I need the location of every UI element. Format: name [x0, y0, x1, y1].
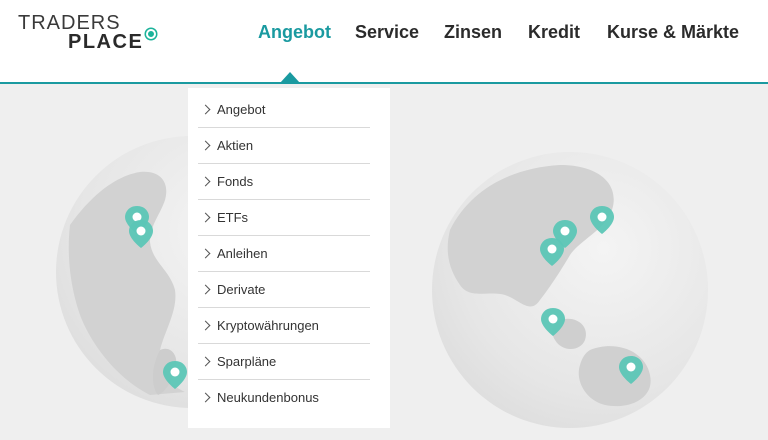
chevron-right-icon — [200, 140, 211, 151]
chevron-right-icon — [200, 392, 211, 403]
site-header: TRADERS PLACE Angebot Service Zinsen Kre… — [0, 0, 768, 84]
logo-line2: PLACE — [68, 31, 144, 53]
nav-item-angebot[interactable]: Angebot — [258, 20, 331, 44]
dropdown-item-label: ETFs — [217, 210, 249, 225]
angebot-dropdown-menu: Angebot Aktien Fonds ETFs Anleihen Deriv… — [188, 88, 390, 428]
nav-item-zinsen[interactable]: Zinsen — [444, 20, 502, 44]
dropdown-item-kryptowaehrungen[interactable]: Kryptowährungen — [198, 308, 370, 344]
dropdown-item-fonds[interactable]: Fonds — [198, 164, 370, 200]
dropdown-item-label: Fonds — [217, 174, 254, 189]
chevron-right-icon — [200, 212, 211, 223]
dropdown-item-sparplaene[interactable]: Sparpläne — [198, 344, 370, 380]
dropdown-item-label: Anleihen — [217, 246, 268, 261]
chevron-right-icon — [200, 104, 211, 115]
dropdown-item-label: Angebot — [217, 102, 266, 117]
logo[interactable]: TRADERS PLACE — [18, 12, 168, 56]
dropdown-item-aktien[interactable]: Aktien — [198, 128, 370, 164]
dropdown-item-label: Derivate — [217, 282, 266, 297]
active-nav-caret-icon — [280, 72, 300, 83]
nav-item-kurse-maerkte[interactable]: Kurse & Märkte — [607, 20, 739, 44]
chevron-right-icon — [200, 284, 211, 295]
chevron-right-icon — [200, 248, 211, 259]
chevron-right-icon — [200, 356, 211, 367]
nav-item-service[interactable]: Service — [355, 20, 419, 44]
chevron-right-icon — [200, 176, 211, 187]
logo-dot-icon — [146, 29, 156, 39]
dropdown-item-derivate[interactable]: Derivate — [198, 272, 370, 308]
dropdown-item-label: Kryptowährungen — [217, 318, 319, 333]
dropdown-item-neukundenbonus[interactable]: Neukundenbonus — [198, 380, 370, 416]
dropdown-item-angebot[interactable]: Angebot — [198, 92, 370, 128]
chevron-right-icon — [200, 320, 211, 331]
dropdown-item-label: Sparpläne — [217, 354, 277, 369]
right-globe-icon — [432, 152, 708, 428]
dropdown-item-etfs[interactable]: ETFs — [198, 200, 370, 236]
dropdown-item-label: Aktien — [217, 138, 254, 153]
nav-item-kredit[interactable]: Kredit — [528, 20, 580, 44]
dropdown-item-anleihen[interactable]: Anleihen — [198, 236, 370, 272]
dropdown-item-label: Neukundenbonus — [217, 390, 319, 405]
